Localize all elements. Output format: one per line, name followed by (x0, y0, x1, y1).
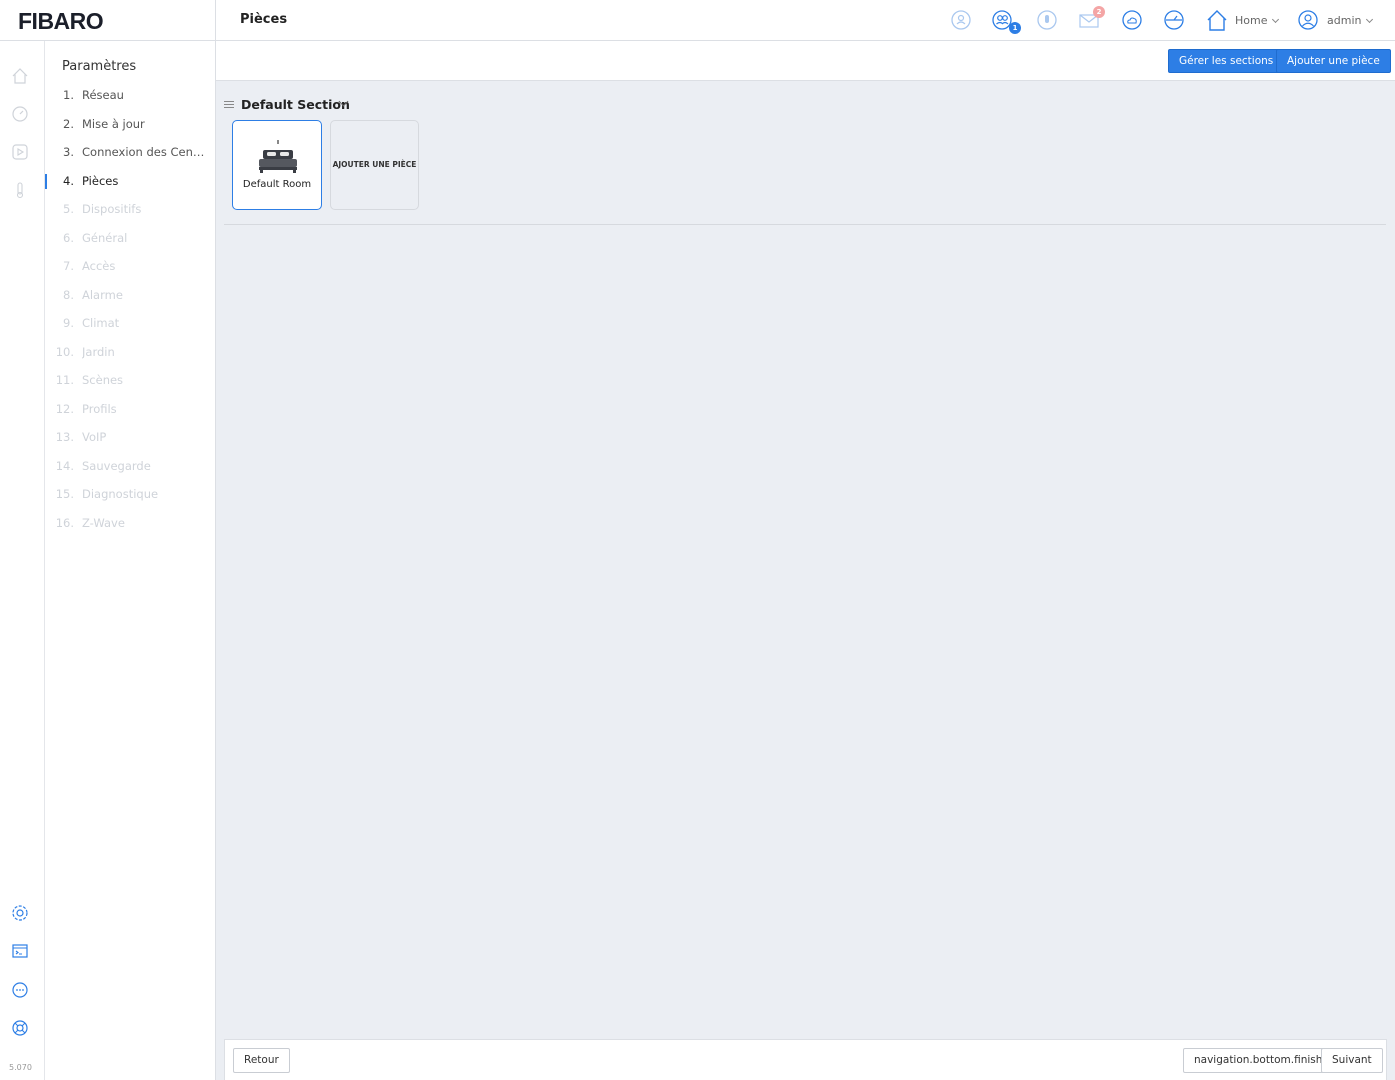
step-number: 15. (55, 487, 74, 501)
scenes-nav-icon[interactable] (11, 143, 29, 161)
sidebar-step-7[interactable]: 7. Accès (45, 259, 216, 279)
main-content: Gérer les sections Ajouter une pièce Def… (216, 41, 1395, 1080)
messages-badge: 2 (1093, 6, 1105, 18)
sidebar-step-14[interactable]: 14. Sauvegarde (45, 459, 216, 479)
step-label: Z-Wave (82, 515, 125, 530)
sidebar-title: Paramètres (62, 59, 137, 74)
logo-area: FIBARO (0, 0, 216, 40)
help-lifebuoy-icon[interactable] (11, 1019, 29, 1037)
sidebar-step-4[interactable]: 4. Pièces (45, 174, 216, 194)
step-number: 9. (63, 316, 74, 330)
step-label: Général (82, 230, 128, 245)
users-badge: 1 (1009, 22, 1021, 34)
step-number: 2. (63, 116, 74, 131)
page-title: Pièces (240, 12, 288, 27)
home-icon[interactable] (1205, 9, 1229, 31)
step-label: Accès (82, 259, 116, 273)
back-button[interactable]: Retour (233, 1048, 290, 1073)
messages-icon[interactable]: 2 (1078, 6, 1105, 31)
add-room-button[interactable]: Ajouter une pièce (1276, 49, 1391, 73)
home-dropdown-label: Home (1235, 14, 1268, 27)
step-number: 6. (63, 230, 74, 245)
step-number: 3. (63, 145, 74, 159)
sidebar-step-12[interactable]: 12. Profils (45, 402, 216, 422)
step-number: 14. (55, 458, 74, 473)
sidebar-step-11[interactable]: 11. Scènes (45, 373, 216, 393)
user-dropdown-label: admin (1327, 14, 1362, 27)
action-bar: Gérer les sections Ajouter une pièce (216, 41, 1395, 81)
sidebar-step-5[interactable]: 5. Dispositifs (45, 202, 216, 222)
step-number: 10. (55, 344, 74, 359)
step-label: Scènes (82, 373, 124, 387)
sidebar-step-16[interactable]: 16. Z-Wave (45, 516, 216, 536)
step-number: 4. (63, 173, 74, 188)
room-card[interactable]: Default Room (232, 120, 322, 210)
step-number: 5. (63, 202, 74, 216)
icon-rail: 5.070 (0, 41, 45, 1080)
step-label: Dispositifs (82, 202, 142, 216)
version-label: 5.070 (9, 1063, 32, 1072)
home-nav-icon[interactable] (11, 67, 29, 85)
settings-gear-icon[interactable] (11, 904, 29, 922)
more-options-icon[interactable] (11, 981, 29, 999)
chevron-down-icon (1366, 15, 1374, 24)
section-name: Default Section (241, 97, 350, 112)
step-number: 12. (55, 401, 74, 416)
step-label: Connexion des Centr... (82, 145, 206, 159)
user-dropdown[interactable]: admin (1327, 14, 1374, 27)
step-number: 11. (55, 373, 74, 387)
step-label: VoIP (82, 430, 107, 444)
step-label: Alarme (82, 287, 123, 302)
sidebar-step-2[interactable]: 2. Mise à jour (45, 117, 216, 137)
sidebar-step-3[interactable]: 3. Connexion des Centr... (45, 145, 216, 165)
settings-sidebar: Paramètres 1. Réseau 2. Mise à jour 3. Connex… (45, 41, 216, 1080)
add-room-card-label: AJOUTER UNE PIÈCE (332, 160, 417, 169)
bottom-navigation: Retour navigation.bottom.finish Suivant (224, 1039, 1387, 1080)
step-label: Jardin (82, 344, 115, 359)
sidebar-step-13[interactable]: 13. VoIP (45, 430, 216, 450)
top-bar: FIBARO Pièces 1 2 Home admin (0, 0, 1395, 41)
add-room-card[interactable]: AJOUTER UNE PIÈCE (330, 120, 419, 210)
next-button[interactable]: Suivant (1321, 1048, 1383, 1073)
step-label: Pièces (82, 173, 119, 188)
sidebar-step-6[interactable]: 6. Général (45, 231, 216, 251)
sidebar-step-10[interactable]: 10. Jardin (45, 345, 216, 365)
alarm-person-icon[interactable] (950, 9, 972, 31)
dashboard-nav-icon[interactable] (11, 105, 29, 123)
step-label: Diagnostique (82, 487, 159, 501)
terminal-icon[interactable] (11, 942, 29, 960)
step-label: Climat (82, 316, 120, 330)
step-number: 13. (55, 430, 74, 444)
step-label: Sauvegarde (82, 458, 151, 473)
home-dropdown[interactable]: Home (1235, 14, 1280, 27)
sidebar-step-9[interactable]: 9. Climat (45, 316, 216, 336)
sidebar-step-8[interactable]: 8. Alarme (45, 288, 216, 308)
drag-handle-icon[interactable] (224, 101, 234, 108)
weather-icon[interactable] (1121, 9, 1143, 31)
step-number: 7. (63, 259, 74, 273)
room-name: Default Room (242, 179, 312, 190)
chevron-down-icon (1272, 15, 1280, 24)
sidebar-step-1[interactable]: 1. Réseau (45, 88, 216, 108)
step-label: Mise à jour (82, 116, 145, 131)
step-number: 8. (63, 287, 74, 302)
sidebar-step-15[interactable]: 15. Diagnostique (45, 487, 216, 507)
climate-nav-icon[interactable] (11, 181, 29, 199)
manage-sections-button[interactable]: Gérer les sections (1168, 49, 1285, 73)
fibaro-logo[interactable]: FIBARO (18, 8, 104, 35)
step-number: 16. (55, 515, 74, 530)
step-label: Réseau (82, 88, 124, 102)
step-number: 1. (63, 88, 74, 102)
section-divider (224, 224, 1386, 225)
energy-gauge-icon[interactable] (1163, 9, 1185, 31)
microphone-icon[interactable] (1036, 9, 1058, 31)
user-avatar-icon[interactable] (1297, 9, 1319, 31)
step-label: Profils (82, 401, 117, 416)
bed-icon (259, 140, 297, 173)
users-icon[interactable]: 1 (992, 9, 1021, 34)
finish-button[interactable]: navigation.bottom.finish (1183, 1048, 1334, 1073)
